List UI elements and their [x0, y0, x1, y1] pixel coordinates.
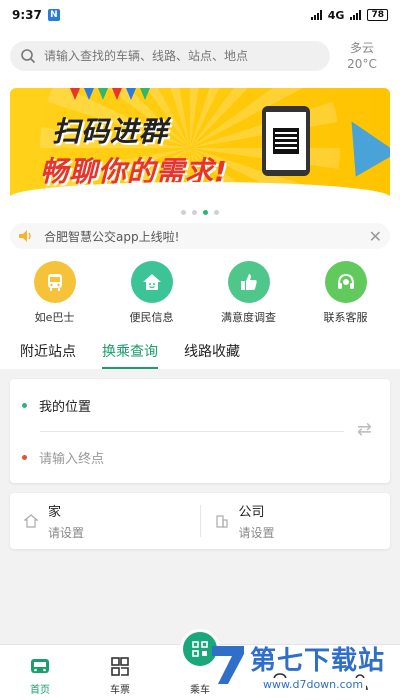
destination-field[interactable]: 请输入终点 [39, 448, 104, 467]
notice-text: 合肥智慧公交app上线啦! [44, 229, 180, 244]
destination-dot-icon [22, 454, 27, 460]
search-input[interactable] [44, 49, 320, 63]
notification-icon: N [47, 9, 60, 21]
watermark-url: www.d7down.com [260, 678, 367, 691]
nav-tickets[interactable]: 车票 [80, 645, 160, 700]
quick-item-bus[interactable]: 如e巴士 [15, 261, 95, 325]
quick-actions: 如e巴士 便民信息 满意度调查 联系客服 [0, 255, 400, 333]
battery-icon: 78 [367, 9, 388, 21]
saved-places-card: 家 请设置 公司 请设置 [10, 493, 390, 549]
quick-label: 如e巴士 [34, 311, 75, 324]
destination-row[interactable]: 请输入终点 [22, 431, 378, 483]
thumbs-up-icon [227, 261, 270, 303]
phone-qr-illustration [262, 106, 310, 176]
building-icon [215, 515, 228, 528]
quick-label: 满意度调查 [221, 311, 276, 324]
quick-item-support[interactable]: 联系客服 [306, 261, 386, 325]
search-header: 多云 20°C [0, 30, 400, 82]
origin-row[interactable]: 我的位置 [22, 379, 378, 431]
close-icon[interactable]: ✕ [369, 227, 382, 246]
origin-dot-icon [22, 402, 27, 408]
place-name: 公司 [238, 505, 265, 520]
origin-field[interactable]: 我的位置 [39, 396, 91, 415]
tab-bar: 附近站点 换乘查询 线路收藏 [0, 333, 400, 369]
nav-label: 首页 [30, 685, 50, 696]
quick-item-survey[interactable]: 满意度调查 [209, 261, 289, 325]
signal-icon [310, 10, 322, 20]
swap-icon[interactable]: ⇄ [357, 419, 372, 440]
promo-banner[interactable]: 扫码进群 畅聊你的需求! [10, 88, 390, 200]
watermark-name: 第七下载站 [250, 646, 386, 676]
weather-condition: 多云 [349, 41, 374, 55]
tab-route-favorites[interactable]: 线路收藏 [184, 341, 240, 369]
route-planner-card: 我的位置 请输入终点 ⇄ [10, 379, 390, 483]
search-bar[interactable] [10, 41, 330, 71]
banner-headline: 扫码进群 [52, 115, 169, 148]
place-home[interactable]: 家 请设置 [10, 501, 200, 541]
tab-transfer-query[interactable]: 换乘查询 [102, 341, 158, 369]
place-name: 家 [48, 505, 62, 520]
carousel-indicator [0, 200, 400, 223]
grid-icon [111, 657, 129, 676]
watermark-logo-icon [212, 646, 244, 684]
search-icon [21, 49, 36, 64]
status-bar: 9:37 N 4G 78 [0, 0, 400, 30]
site-watermark: 第七下载站 www.d7down.com [210, 640, 396, 698]
weather-widget[interactable]: 多云 20°C [334, 40, 390, 72]
weather-temp: 20°C [347, 57, 377, 71]
quick-label: 便民信息 [129, 311, 174, 324]
nav-label: 乘车 [190, 685, 210, 696]
place-hint: 请设置 [48, 526, 85, 540]
tab-nearby-stops[interactable]: 附近站点 [20, 341, 76, 369]
bus-front-icon [31, 659, 49, 673]
quick-item-info[interactable]: 便民信息 [112, 261, 192, 325]
speaker-icon [19, 230, 31, 242]
place-hint: 请设置 [238, 526, 275, 540]
home-icon [130, 261, 173, 303]
nav-label: 车票 [110, 685, 130, 696]
signal-strength-icon [350, 10, 362, 20]
place-company[interactable]: 公司 请设置 [201, 501, 391, 541]
notice-bar[interactable]: 合肥智慧公交app上线啦! ✕ [10, 223, 390, 249]
nav-home[interactable]: 首页 [0, 645, 80, 700]
megaphone-illustration [330, 109, 390, 177]
headset-icon [324, 261, 367, 303]
quick-label: 联系客服 [323, 311, 368, 324]
status-time: 9:37 [12, 8, 42, 22]
home-outline-icon [24, 514, 38, 528]
network-type: 4G [327, 8, 345, 22]
bus-icon [33, 261, 76, 303]
